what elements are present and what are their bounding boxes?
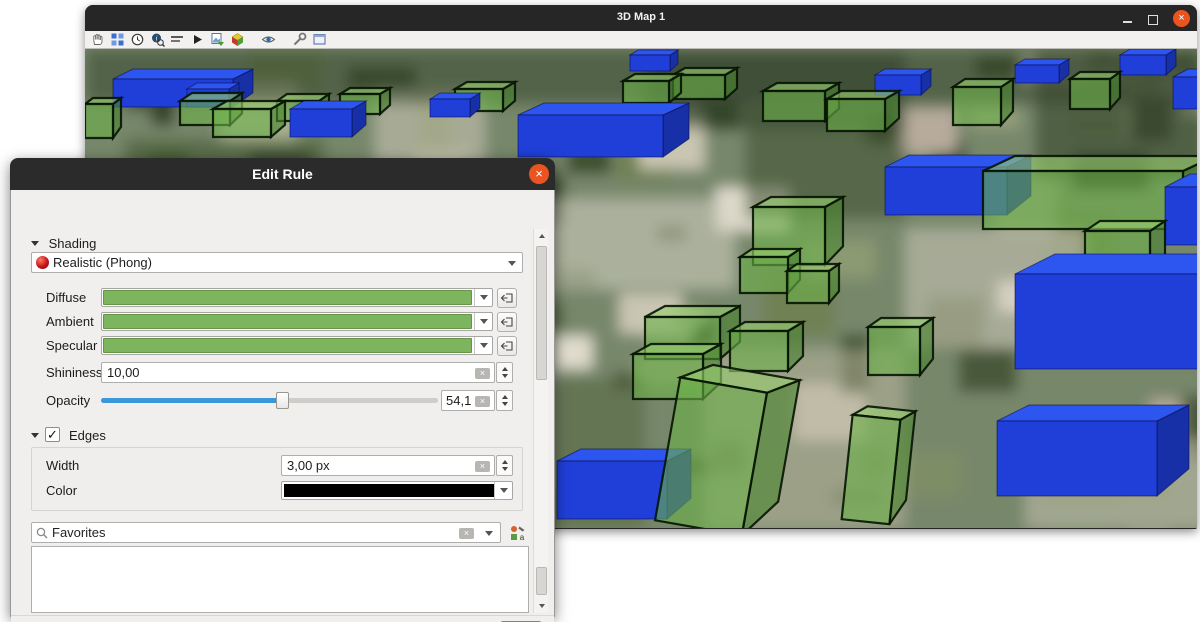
spin-up-icon[interactable] bbox=[502, 367, 508, 371]
ambient-color-swatch bbox=[103, 314, 472, 329]
pan-icon[interactable] bbox=[90, 32, 105, 47]
svg-text:a: a bbox=[519, 533, 524, 541]
data-defined-icon bbox=[500, 292, 514, 304]
map-toolbar: i bbox=[85, 31, 1197, 49]
specular-color-swatch bbox=[103, 338, 472, 353]
edges-width-spinbox[interactable] bbox=[281, 455, 495, 476]
edit-rule-dialog: Edit Rule Shading Realistic (Phong) Diff… bbox=[10, 158, 555, 617]
spin-up-icon[interactable] bbox=[502, 460, 508, 464]
shading-type-combobox[interactable]: Realistic (Phong) bbox=[31, 252, 523, 273]
specular-data-defined-button[interactable] bbox=[497, 336, 517, 356]
identify-icon[interactable]: i bbox=[150, 32, 165, 47]
save-image-icon[interactable] bbox=[210, 32, 225, 47]
shininess-spinbox[interactable] bbox=[101, 362, 495, 383]
dialog-scrollbar[interactable] bbox=[533, 229, 548, 613]
ambient-data-defined-button[interactable] bbox=[497, 312, 517, 332]
clear-icon[interactable] bbox=[475, 396, 490, 407]
scrollbar-down-arrow[interactable] bbox=[534, 599, 549, 613]
opacity-slider-handle[interactable] bbox=[276, 392, 289, 409]
scrollbar-up-arrow[interactable] bbox=[534, 229, 549, 243]
diffuse-label: Diffuse bbox=[46, 290, 86, 305]
chevron-down-icon[interactable] bbox=[494, 482, 512, 499]
maximize-button[interactable] bbox=[1148, 15, 1158, 25]
shininess-input[interactable] bbox=[102, 363, 494, 382]
opacity-slider-fill bbox=[101, 398, 283, 403]
play-icon[interactable] bbox=[190, 32, 205, 47]
specular-label: Specular bbox=[46, 338, 97, 353]
scrollbar-thumb[interactable] bbox=[536, 246, 547, 380]
edges-color-button[interactable] bbox=[281, 481, 513, 500]
diffuse-color-swatch bbox=[103, 290, 472, 305]
style-search-box[interactable] bbox=[31, 522, 501, 543]
phong-sphere-icon bbox=[36, 256, 49, 269]
opacity-spinner-buttons[interactable] bbox=[496, 390, 513, 411]
export-3d-scene-icon[interactable] bbox=[230, 32, 245, 47]
chevron-down-icon[interactable] bbox=[485, 531, 493, 536]
edges-checkbox[interactable]: ✓ bbox=[45, 427, 60, 442]
chevron-down-icon[interactable] bbox=[474, 313, 492, 330]
map-window-titlebar[interactable]: 3D Map 1 bbox=[85, 5, 1197, 31]
map-window-title: 3D Map 1 bbox=[85, 11, 1197, 23]
svg-text:i: i bbox=[156, 35, 158, 43]
edges-width-label: Width bbox=[46, 458, 79, 473]
opacity-spinbox[interactable] bbox=[441, 390, 495, 411]
collapse-triangle-icon bbox=[31, 241, 39, 246]
style-manager-icon: a bbox=[510, 525, 526, 541]
chevron-down-icon bbox=[508, 261, 516, 266]
data-defined-icon bbox=[500, 340, 514, 352]
ambient-color-button[interactable] bbox=[101, 312, 493, 331]
dialog-body: Shading Realistic (Phong) Diffuse Ambien… bbox=[10, 190, 555, 617]
spin-down-icon[interactable] bbox=[502, 374, 508, 378]
spin-up-icon[interactable] bbox=[502, 395, 508, 399]
shading-section-header[interactable]: Shading bbox=[31, 236, 96, 251]
clear-icon[interactable] bbox=[475, 461, 490, 472]
search-icon bbox=[36, 527, 49, 540]
chevron-down-icon[interactable] bbox=[474, 337, 492, 354]
scrollbar-thumb-lower[interactable] bbox=[536, 567, 547, 595]
ambient-label: Ambient bbox=[46, 314, 94, 329]
edges-section-label: Edges bbox=[69, 428, 106, 443]
shininess-label: Shininess bbox=[46, 365, 102, 380]
measure-icon[interactable] bbox=[170, 32, 185, 47]
opacity-slider[interactable] bbox=[101, 398, 438, 403]
collapse-triangle-icon bbox=[31, 433, 39, 438]
dialog-close-button[interactable] bbox=[529, 164, 549, 184]
chevron-down-icon[interactable] bbox=[474, 289, 492, 306]
style-search-input[interactable] bbox=[52, 523, 372, 542]
edges-section-header[interactable] bbox=[31, 428, 45, 443]
diffuse-color-button[interactable] bbox=[101, 288, 493, 307]
shininess-spinner-buttons[interactable] bbox=[496, 362, 513, 383]
options-wrench-icon[interactable] bbox=[292, 32, 307, 47]
minimize-button[interactable] bbox=[1123, 21, 1132, 23]
edges-width-spinner-buttons[interactable] bbox=[496, 455, 513, 476]
dialog-button-row: OK bbox=[11, 615, 554, 622]
desktop: 3D Map 1 i bbox=[0, 0, 1200, 622]
view-eye-icon[interactable] bbox=[261, 32, 276, 47]
diffuse-data-defined-button[interactable] bbox=[497, 288, 517, 308]
edges-color-label: Color bbox=[46, 483, 77, 498]
clear-icon[interactable] bbox=[459, 528, 474, 539]
spin-down-icon[interactable] bbox=[502, 467, 508, 471]
opacity-label: Opacity bbox=[46, 393, 90, 408]
dock-view-icon[interactable] bbox=[312, 32, 327, 47]
specular-color-button[interactable] bbox=[101, 336, 493, 355]
edges-width-input[interactable] bbox=[282, 456, 494, 475]
shading-section-label: Shading bbox=[49, 236, 97, 251]
style-list[interactable] bbox=[31, 546, 529, 613]
clear-icon[interactable] bbox=[475, 368, 490, 379]
dialog-title: Edit Rule bbox=[10, 166, 555, 182]
spin-down-icon[interactable] bbox=[502, 402, 508, 406]
data-defined-icon bbox=[500, 316, 514, 328]
camera-control-icon[interactable] bbox=[110, 32, 125, 47]
close-button[interactable] bbox=[1173, 10, 1190, 27]
animation-clock-icon[interactable] bbox=[130, 32, 145, 47]
dialog-titlebar[interactable]: Edit Rule bbox=[10, 158, 555, 190]
shading-type-value: Realistic (Phong) bbox=[53, 255, 152, 270]
style-manager-button[interactable]: a bbox=[508, 523, 527, 542]
edges-color-swatch bbox=[284, 484, 494, 497]
